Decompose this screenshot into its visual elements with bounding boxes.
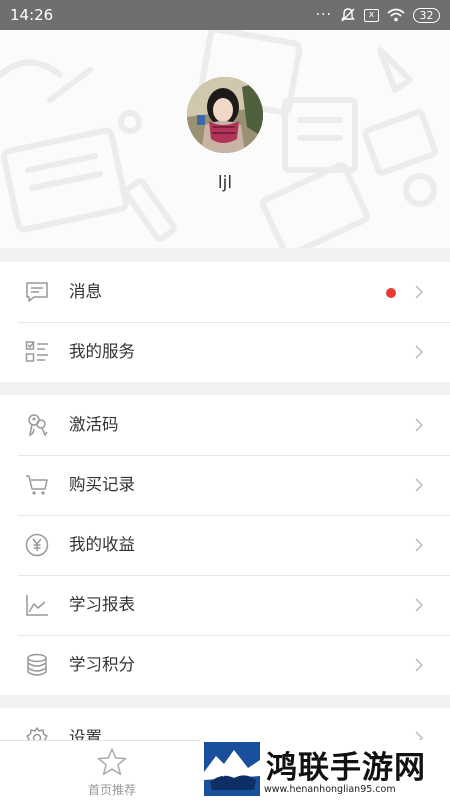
chevron-right-icon xyxy=(415,418,424,432)
watermark-url: www.henanhonglian95.com xyxy=(264,784,396,795)
mute-icon xyxy=(341,8,355,22)
bull-logo-icon xyxy=(204,742,260,796)
username: ljl xyxy=(217,173,233,193)
chevron-right-icon xyxy=(415,658,424,672)
unread-badge xyxy=(386,288,396,298)
menu-group-2: 激活码 购买记录 我的收益 学习报表 学习积分 xyxy=(0,395,450,695)
chevron-right-icon xyxy=(415,478,424,492)
status-bar: 14:26 ··· x 32 xyxy=(0,0,450,30)
menu-label-study-points: 学习积分 xyxy=(69,655,135,674)
avatar[interactable] xyxy=(187,77,263,153)
status-icons: ··· x 32 xyxy=(316,7,440,23)
menu-item-purchase-history[interactable]: 购买记录 xyxy=(0,455,450,515)
wifi-icon xyxy=(387,8,405,22)
menu-item-activation-code[interactable]: 激活码 xyxy=(0,395,450,455)
menu-item-study-points[interactable]: 学习积分 xyxy=(0,635,450,695)
message-icon xyxy=(26,282,48,302)
sim-icon: x xyxy=(364,8,379,22)
profile-header: ljl xyxy=(0,30,450,248)
menu-item-messages[interactable]: 消息 xyxy=(0,262,450,322)
menu-label-activation-code: 激活码 xyxy=(69,415,119,434)
chevron-right-icon xyxy=(415,598,424,612)
nav-tab-home-recommend[interactable]: 首页推荐 xyxy=(60,741,170,800)
chevron-right-icon xyxy=(415,345,424,359)
menu-label-study-report: 学习报表 xyxy=(69,595,135,614)
status-dots: ··· xyxy=(315,7,332,23)
status-time: 14:26 xyxy=(10,6,54,24)
menu-label-my-services: 我的服务 xyxy=(69,342,135,361)
menu-item-my-earnings[interactable]: 我的收益 xyxy=(0,515,450,575)
chevron-right-icon xyxy=(415,285,424,299)
menu-label-messages: 消息 xyxy=(69,282,102,301)
watermark-title: 鸿联手游网 xyxy=(266,750,426,786)
menu-group-1: 消息 我的服务 xyxy=(0,262,450,382)
menu-item-study-report[interactable]: 学习报表 xyxy=(0,575,450,635)
nav-label-home-recommend: 首页推荐 xyxy=(87,783,136,797)
menu-label-purchase-history: 购买记录 xyxy=(69,475,135,494)
watermark-banner: 鸿联手游网 www.henanhonglian95.com xyxy=(200,740,450,800)
star-icon xyxy=(97,748,127,776)
battery-icon: 32 xyxy=(413,7,440,23)
coin-stack-icon xyxy=(27,653,47,676)
service-list-icon xyxy=(25,341,48,362)
cart-icon xyxy=(26,475,48,495)
line-chart-icon xyxy=(26,595,48,616)
menu-item-my-services[interactable]: 我的服务 xyxy=(0,322,450,382)
menu-label-my-earnings: 我的收益 xyxy=(69,535,135,554)
chevron-right-icon xyxy=(415,538,424,552)
yen-coin-icon xyxy=(25,533,49,557)
avatar-image xyxy=(187,77,263,153)
key-icon xyxy=(28,414,48,437)
